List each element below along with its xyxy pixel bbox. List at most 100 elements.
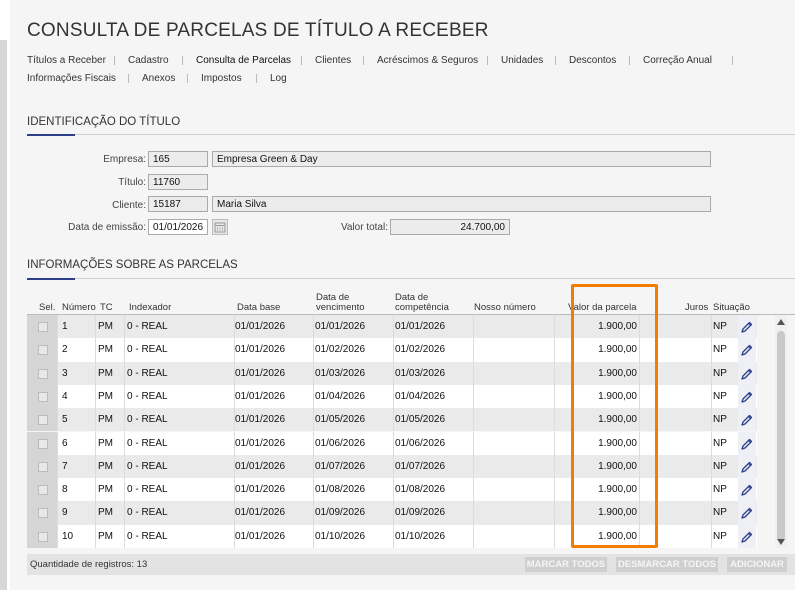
column-divider (313, 408, 314, 432)
row-data-vencimento: 01/10/2026 (315, 530, 366, 542)
tab-log[interactable]: Log (270, 73, 287, 84)
adicionar-button[interactable]: ADICIONAR (727, 557, 787, 572)
tab-separator (114, 56, 115, 65)
row-numero: 4 (62, 390, 68, 402)
row-select-checkbox[interactable] (38, 461, 48, 472)
tab-correcao-anual[interactable]: Correção Anual (643, 55, 712, 66)
row-indexador: 0 - REAL (127, 344, 168, 356)
tab-separator (732, 56, 733, 65)
marcar-todos-button[interactable]: MARCAR TODOS (525, 557, 607, 572)
data-emissao-label: Data de emissão: (68, 222, 146, 233)
row-select-checkbox[interactable] (38, 438, 48, 449)
pencil-icon[interactable] (738, 524, 756, 548)
row-situacao: NP (713, 484, 727, 496)
col-nosso-numero: Nosso número (474, 302, 536, 313)
row-indexador: 0 - REAL (127, 390, 168, 402)
row-tc: PM (98, 437, 113, 449)
row-tc: PM (98, 390, 113, 402)
column-divider (711, 524, 712, 548)
column-divider (473, 338, 474, 362)
column-divider (313, 501, 314, 525)
tab-acrescimos-seguros[interactable]: Acréscimos & Seguros (377, 55, 478, 66)
column-divider (124, 384, 125, 409)
pencil-icon[interactable] (738, 315, 756, 339)
pencil-icon[interactable] (738, 431, 756, 455)
column-divider (473, 384, 474, 409)
pencil-icon[interactable] (738, 501, 756, 525)
column-divider (57, 361, 58, 385)
row-numero: 10 (62, 530, 74, 542)
pencil-icon[interactable] (738, 384, 756, 409)
row-select-cell (27, 431, 57, 455)
pencil-icon[interactable] (738, 408, 756, 432)
row-select-checkbox[interactable] (38, 391, 48, 402)
column-divider (393, 338, 394, 362)
row-data-competencia: 01/09/2026 (395, 507, 446, 519)
calendar-icon[interactable] (212, 219, 228, 235)
row-situacao: NP (713, 344, 727, 356)
column-divider (393, 384, 394, 409)
column-divider (393, 361, 394, 385)
chevron-up-icon[interactable] (777, 319, 785, 325)
pencil-icon[interactable] (738, 361, 756, 385)
column-divider (57, 501, 58, 525)
empresa-name-field[interactable]: Empresa Green & Day (212, 151, 711, 167)
valor-total-field[interactable]: 24.700,00 (390, 219, 510, 235)
grid-scrollbar[interactable] (775, 315, 787, 548)
tab-clientes[interactable]: Clientes (315, 55, 351, 66)
row-indexador: 0 - REAL (127, 321, 168, 332)
tab-informacoes-fiscais[interactable]: Informações Fiscais (27, 73, 116, 84)
column-divider (95, 408, 96, 432)
tab-separator (128, 74, 129, 83)
chevron-down-icon[interactable] (777, 539, 785, 545)
tab-consulta-de-parcelas[interactable]: Consulta de Parcelas (196, 55, 291, 66)
row-data-competencia: 01/06/2026 (395, 437, 446, 449)
desmarcar-todos-button[interactable]: DESMARCAR TODOS (616, 557, 718, 572)
tab-anexos[interactable]: Anexos (142, 73, 175, 84)
column-divider (313, 338, 314, 362)
row-select-checkbox[interactable] (38, 508, 48, 519)
row-select-checkbox[interactable] (38, 322, 48, 332)
section-accent (27, 134, 75, 136)
empresa-code-field[interactable]: 165 (148, 151, 208, 167)
column-divider (711, 384, 712, 409)
column-divider (57, 315, 58, 339)
row-numero: 7 (62, 460, 68, 472)
row-data-vencimento: 01/08/2026 (315, 484, 366, 496)
column-divider (57, 408, 58, 432)
row-data-competencia: 01/04/2026 (395, 390, 446, 402)
data-emissao-field[interactable]: 01/01/2026 (148, 219, 208, 235)
column-divider (95, 478, 96, 502)
tab-impostos[interactable]: Impostos (201, 73, 242, 84)
titulo-field[interactable]: 11760 (148, 174, 208, 190)
row-data-base: 01/01/2026 (235, 414, 286, 426)
tab-unidades[interactable]: Unidades (501, 55, 543, 66)
row-select-checkbox[interactable] (38, 531, 48, 542)
row-data-vencimento: 01/01/2026 (315, 321, 366, 332)
row-select-checkbox[interactable] (38, 368, 48, 379)
tab-titulos-a-receber[interactable]: Títulos a Receber (27, 55, 106, 66)
row-data-competencia: 01/01/2026 (395, 321, 446, 332)
section-divider (27, 278, 795, 279)
pencil-icon[interactable] (738, 478, 756, 502)
tab-cadastro[interactable]: Cadastro (128, 55, 169, 66)
column-divider (711, 431, 712, 455)
tab-separator (182, 56, 183, 65)
cliente-code-field[interactable]: 15187 (148, 196, 208, 212)
row-select-checkbox[interactable] (38, 415, 48, 426)
pencil-icon[interactable] (738, 454, 756, 479)
parcelas-grid: Sel. Número TC Indexador Data base Data … (27, 290, 795, 548)
row-indexador: 0 - REAL (127, 507, 168, 519)
column-divider (393, 478, 394, 502)
row-indexador: 0 - REAL (127, 414, 168, 426)
cliente-name-field[interactable]: Maria Silva (212, 196, 711, 212)
row-select-checkbox[interactable] (38, 485, 48, 496)
scrollbar-thumb[interactable] (777, 331, 785, 541)
row-select-checkbox[interactable] (38, 345, 48, 356)
row-tc: PM (98, 507, 113, 519)
pencil-icon[interactable] (738, 338, 756, 362)
tab-descontos[interactable]: Descontos (569, 55, 616, 66)
row-data-base: 01/01/2026 (235, 390, 286, 402)
row-data-base: 01/01/2026 (235, 367, 286, 379)
column-divider (95, 338, 96, 362)
